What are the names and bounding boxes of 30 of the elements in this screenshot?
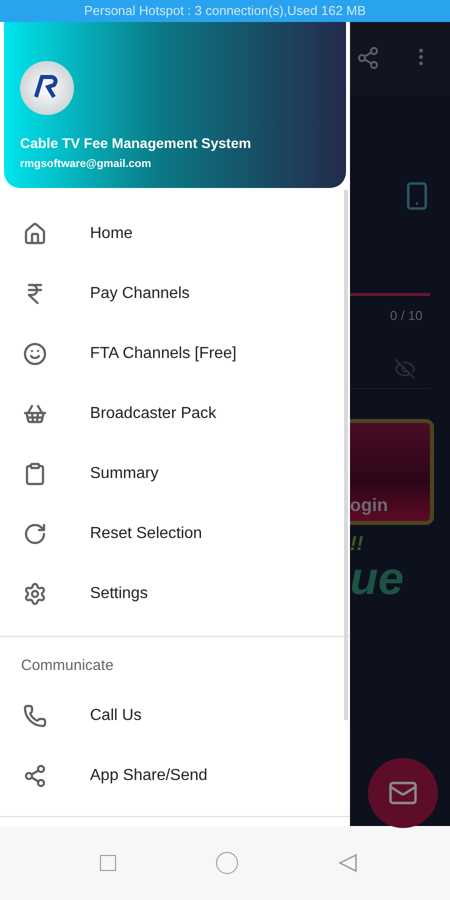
drawer-item[interactable]: Call Us <box>0 686 350 746</box>
app-title: Cable TV Fee Management System <box>20 134 252 153</box>
drawer-item[interactable]: Pay Channels <box>0 264 350 324</box>
drawer-item[interactable]: Broadcaster Pack <box>0 384 350 444</box>
section-title: Communicate <box>20 656 115 676</box>
drawer-item[interactable]: Summary <box>0 444 350 504</box>
home-icon <box>23 222 47 246</box>
back-icon[interactable] <box>338 853 358 873</box>
drawer-item[interactable]: Settings <box>0 564 350 624</box>
home-button-icon[interactable] <box>216 852 238 874</box>
phone-icon <box>23 704 47 728</box>
refresh-icon <box>23 522 47 546</box>
status-bar: Personal Hotspot : 3 connection(s),Used 162 MB <box>0 0 450 22</box>
smiley-icon <box>23 342 47 366</box>
drawer-item[interactable]: App Share/Send <box>0 746 350 806</box>
clipboard-icon <box>23 462 47 486</box>
app-logo <box>20 60 74 114</box>
exclaim-text: !! <box>350 532 364 556</box>
drawer-item[interactable]: FTA Channels [Free] <box>0 324 350 384</box>
share-icon[interactable] <box>356 46 380 70</box>
logo-text: ue <box>350 554 405 600</box>
drawer-item[interactable]: Home <box>0 204 350 264</box>
settings-icon <box>23 582 47 606</box>
email-text: rmgsoftware@gmail.com <box>20 156 152 172</box>
drawer-item[interactable]: Reset Selection <box>0 504 350 564</box>
eye-off-icon <box>394 358 416 380</box>
recents-icon[interactable] <box>100 855 116 871</box>
counter-text: 0 / 10 <box>390 307 424 325</box>
basket-icon <box>23 402 47 426</box>
share-icon <box>23 764 47 788</box>
